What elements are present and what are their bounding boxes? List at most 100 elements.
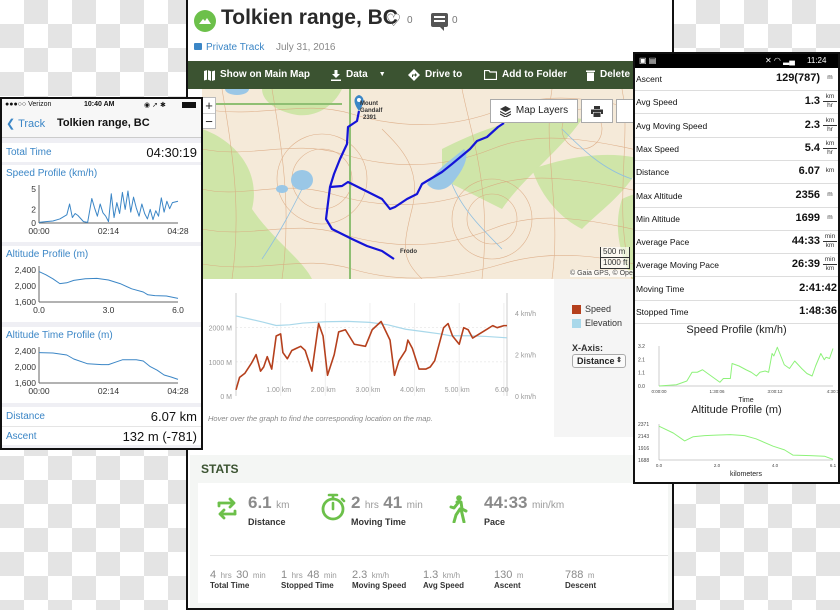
distance-row: Distance 6.07 km [2,407,201,426]
row-label: Min Altitude [636,213,680,224]
nav-bar: ❮ Track Tolkien range, BC [2,111,201,138]
android-app-screen: ▣ ▤ ✕ ◠ ▂▄ 11:24 Ascent 129(787) m Avg Spee… [633,52,840,484]
row-label: Distance [636,167,670,178]
zoom-in-button[interactable]: + [203,98,215,113]
clock: 10:40 AM [84,101,115,108]
stat-row: Min Altitude 1699 m [635,208,838,231]
peak-label: Mount Gandalf 2391 [360,101,383,121]
stat-row: Distance 6.07 km [635,161,838,185]
stat-row: Average Pace 44:33 min km [635,231,838,255]
speed-line [235,320,507,391]
x-tick-label: 3.0 [103,305,115,315]
battery-icon [182,102,196,108]
delete-button[interactable]: Delete [586,61,630,89]
x-tick-label: 1.00 km [266,387,291,394]
row-label: Ascent [6,431,37,442]
route-arrows-icon [217,497,237,520]
x-tick-label: 3.00 km [355,387,380,394]
map-layers-button[interactable]: Map Layers [490,99,578,123]
profile-chart[interactable]: 1.00 km 2.00 km 3.00 km 4.00 km 5.00 km 6.000… [202,279,554,409]
stats-heading: STATS [201,462,239,476]
lock-icon [194,43,202,50]
row-unit: m [827,190,833,198]
x-axis-select[interactable]: Distance ⇕ [572,354,626,368]
row-value: 1:48:36 [799,305,837,317]
y-right-tick-label: 4 km/h [515,311,536,318]
comment-icon[interactable] [431,13,448,31]
row-value: 1699 [795,211,820,224]
chevron-left-icon: ❮ [6,118,16,130]
x-tick-label: 0.0 [33,305,45,315]
like-count: 0 [407,15,413,26]
download-icon [331,69,341,81]
stat-stopped-time: 1 hrs 48 min Stopped Time [281,569,337,591]
y-right-tick-label: 0 km/h [515,394,536,401]
data-dropdown-button[interactable]: Data ▼ [331,61,386,89]
row-label: Max Altitude [636,190,683,201]
y-tick-label: 3.2 [638,344,645,350]
legend-swatch [572,318,581,328]
x-axis-label: kilometers [730,471,762,478]
topo-map[interactable]: Mount Gandalf 2391 Frodo + − Map Layers 50… [202,89,672,279]
row-value: 129(787) [775,72,820,84]
row-label: Stopped Time [636,307,689,317]
heart-icon[interactable]: ♡ [386,11,401,31]
web-track-page: Tolkien range, BC ♡ 0 0 Private Track Ju… [186,0,674,610]
y-left-tick-label: 2000 M [209,326,233,333]
y-tick-label: 2143 [638,434,649,440]
stat-row: Max Altitude 2356 m [635,185,838,208]
page-title: Tolkien range, BC [221,6,398,29]
x-tick-label: 1:30:06 [709,389,725,394]
stat-distance: 6.1 km Distance [248,493,290,527]
comment-count: 0 [452,15,458,26]
row-label: Moving Time [636,283,685,294]
row-value: 04:30:19 [146,145,197,160]
altitude-time-card: Altitude Time Profile (m) 1,600 2,000 2,40… [2,327,201,403]
row-label: Average Moving Pace [636,260,720,271]
toolbar-label: Data [346,69,368,80]
clock: 11:24 [807,56,827,65]
toolbar-label: Delete [600,69,631,80]
notification-icons: ▣ ▤ [639,56,657,65]
row-label: Distance [6,411,45,422]
print-button[interactable] [581,99,613,123]
x-tick-label: 4.00 km [400,387,425,394]
y-left-tick-label: 1000 M [209,360,233,367]
nav-title: Tolkien range, BC [57,117,150,129]
y-tick-label: 1688 [638,458,649,464]
legend-speed: Speed [572,304,611,314]
row-unit: km hr [823,140,837,157]
toolbar-label: Drive to [425,69,463,80]
stat-moving-time: 2 hrs 41 min Moving Time [351,493,423,527]
speed-chart: 02500:00 02:14 04:28 [28,184,189,236]
stat-descent: 788 m Descent [565,569,597,591]
back-button[interactable]: ❮ Track [6,117,45,130]
add-to-folder-button[interactable]: Add to Folder [484,61,567,89]
stat-row: Avg Speed 1.3 km hr [635,91,838,115]
row-unit: km hr [823,93,837,110]
map-attribution[interactable]: © Gaia GPS, © OpenS [570,270,642,277]
privacy-link[interactable]: Private Track [194,42,264,53]
y-tick-label: 1.1 [638,371,645,377]
row-unit: km hr [823,117,837,134]
altitude-chart-title: Altitude Profile (m) [691,404,782,416]
x-axis-label: Time [738,397,753,404]
x-tick-label: 04:28 [167,386,189,396]
toolbar-label: Show on Main Map [220,69,310,80]
show-on-main-map-button[interactable]: Show on Main Map [204,61,310,89]
privacy-label: Private Track [206,42,265,53]
android-speed-chart: 0.0 1.1 2.1 3.2 0:00:00 1:30:06 3:00:12 4:30:1 T… [638,344,838,404]
stat-row: Stopped Time 1:48:36 [635,301,838,324]
directions-icon [408,69,420,81]
status-icons: ✕ ◠ ▂▄ [765,56,795,65]
total-time-row: Total Time 04:30:19 [2,143,201,162]
zoom-out-button[interactable]: − [203,113,215,129]
row-label: Total Time [6,147,52,158]
track-type-icon [194,10,216,32]
stat-ascent: 130 m Ascent [494,569,524,591]
legend-elevation: Elevation [572,318,622,328]
y-tick-label: 2,400 [15,346,37,356]
walker-icon [449,495,468,523]
ios-app-screen: ●●●○○ Verizon 10:40 AM ◉➚✱ ❮ Track Tolki… [0,97,203,450]
drive-to-button[interactable]: Drive to [408,61,462,89]
